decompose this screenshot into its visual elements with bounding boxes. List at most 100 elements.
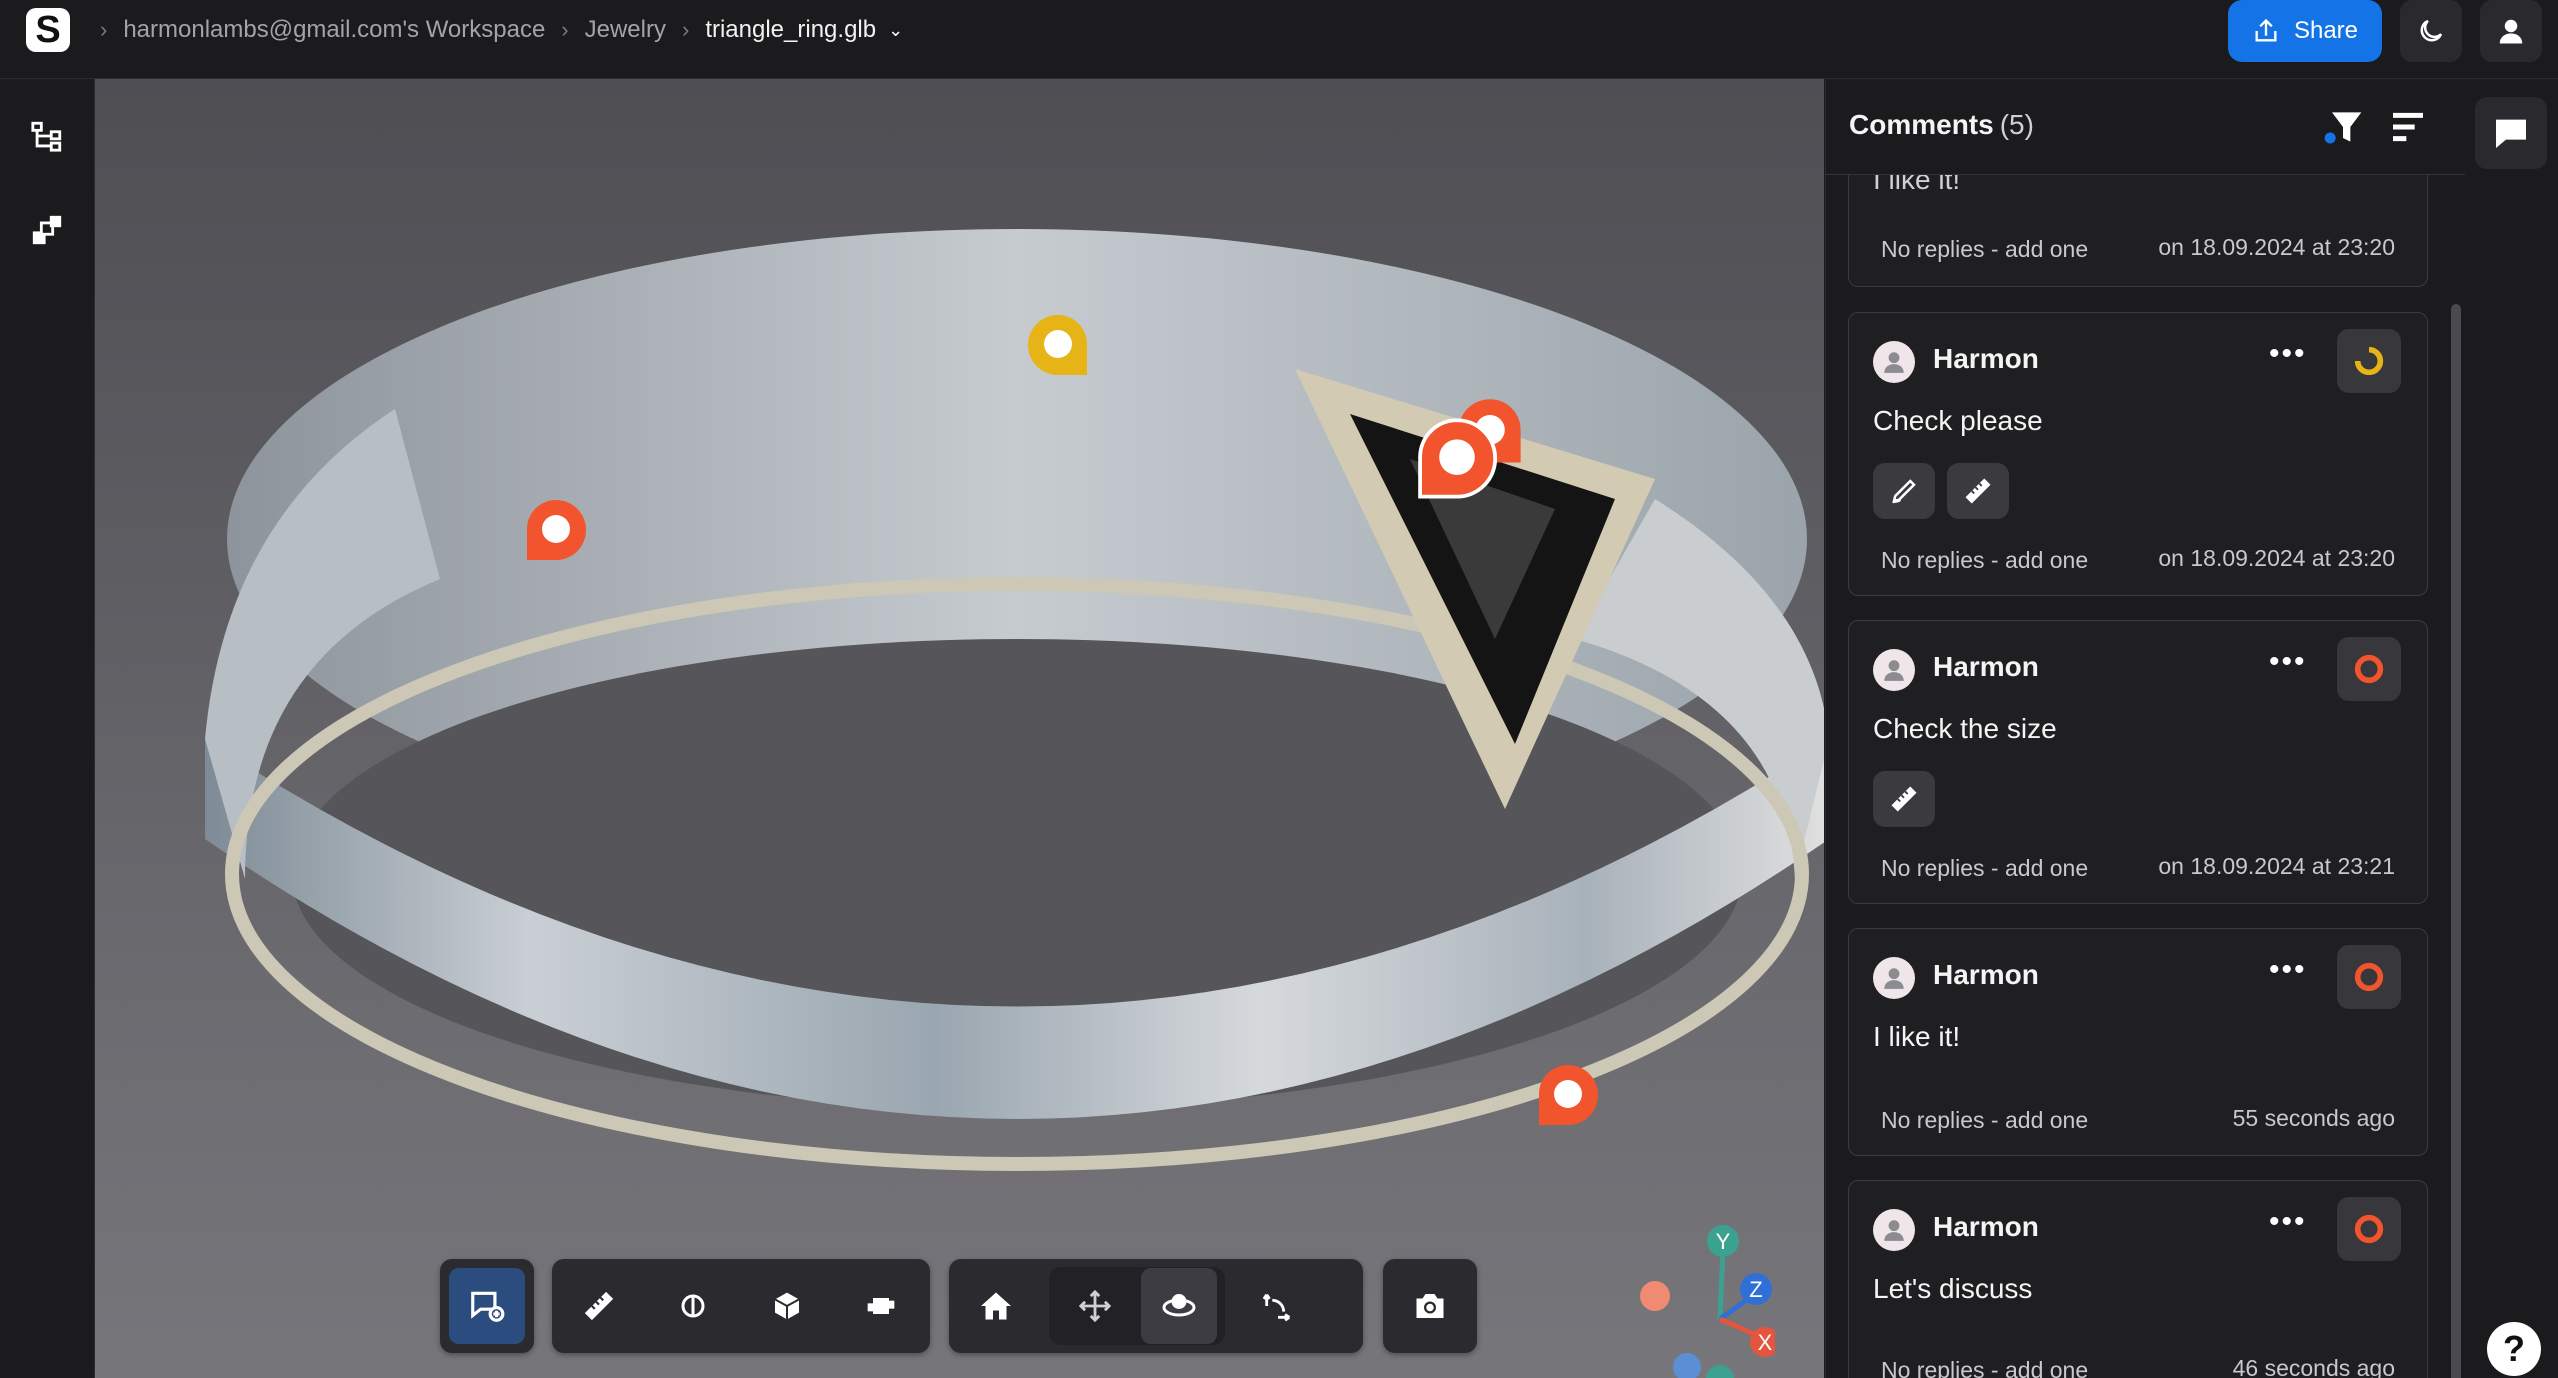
comment-date: 46 seconds ago xyxy=(2232,1355,2395,1378)
share-button[interactable]: Share xyxy=(2228,0,2382,62)
home-view-button[interactable] xyxy=(958,1268,1034,1344)
comments-panel: Comments (5) I like it! No replies - add … xyxy=(1825,79,2465,1378)
comments-scrollbar[interactable] xyxy=(2451,304,2461,1378)
status-button[interactable] xyxy=(2337,329,2401,393)
explode-button[interactable] xyxy=(843,1268,919,1344)
breadcrumb: › harmonlambs@gmail.com's Workspace › Je… xyxy=(84,14,903,46)
status-open-icon xyxy=(2354,1214,2384,1244)
measure-icon xyxy=(1965,478,1991,504)
box-view-button[interactable] xyxy=(749,1268,825,1344)
comments-title-text: Comments xyxy=(1849,109,1994,140)
rotate-icon xyxy=(1262,1293,1291,1322)
comment-pin-yellow[interactable] xyxy=(1025,311,1091,383)
comments-header: Comments (5) xyxy=(1826,79,2465,175)
axis-y-label: Y xyxy=(1716,1229,1731,1254)
orbit-button[interactable] xyxy=(1141,1268,1217,1344)
user-menu-button[interactable] xyxy=(2480,0,2542,62)
sort-button[interactable] xyxy=(2388,107,2428,147)
cube-icon xyxy=(774,1292,800,1320)
filter-icon xyxy=(2324,112,2362,144)
file-name[interactable]: triangle_ring.glb xyxy=(705,16,876,44)
comment-replies[interactable]: No replies - add one xyxy=(1881,855,2088,882)
comment-card[interactable]: Harmon ••• I like it! No replies - add o… xyxy=(1848,928,2428,1156)
user-icon xyxy=(1884,1220,1904,1241)
sort-icon xyxy=(2393,112,2423,142)
breadcrumb-workspace[interactable]: harmonlambs@gmail.com's Workspace xyxy=(123,16,545,44)
add-comment-button[interactable] xyxy=(449,1268,525,1344)
right-rail: ? xyxy=(2465,79,2558,1378)
ring-model[interactable] xyxy=(95,79,1824,1378)
more-options-icon[interactable]: ••• xyxy=(2269,337,2307,371)
comment-text: Check the size xyxy=(1873,713,2057,744)
3d-viewport[interactable]: Y Z X xyxy=(95,79,1824,1378)
user-icon xyxy=(2499,19,2523,44)
top-bar: S › harmonlambs@gmail.com's Workspace › … xyxy=(0,0,2558,79)
section-button[interactable] xyxy=(655,1268,731,1344)
inspect-tool-group xyxy=(552,1259,930,1353)
pan-button[interactable] xyxy=(1057,1268,1133,1344)
capture-tool-group xyxy=(1383,1259,1477,1353)
measure-icon xyxy=(1891,786,1917,812)
comment-replies[interactable]: No replies - add one xyxy=(1881,1357,2088,1378)
measure-button[interactable] xyxy=(561,1268,637,1344)
comment-pin-selected[interactable] xyxy=(1415,415,1499,507)
comment-replies[interactable]: No replies - add one xyxy=(1881,1107,2088,1134)
comment-date: on 18.09.2024 at 23:20 xyxy=(2158,234,2395,260)
share-icon xyxy=(2255,18,2277,42)
add-comment-icon xyxy=(471,1291,505,1322)
navigation-tool-group xyxy=(949,1259,1363,1353)
comment-author: Harmon xyxy=(1933,959,2039,990)
comment-author: Harmon xyxy=(1933,1211,2039,1242)
theme-toggle-button[interactable] xyxy=(2400,0,2462,62)
section-icon xyxy=(681,1294,705,1318)
attachment-measure[interactable] xyxy=(1947,463,2009,519)
screenshot-button[interactable] xyxy=(1392,1268,1468,1344)
more-options-icon[interactable]: ••• xyxy=(2269,1205,2307,1239)
status-button[interactable] xyxy=(2337,637,2401,701)
user-icon xyxy=(1884,968,1904,989)
status-button[interactable] xyxy=(2337,945,2401,1009)
axis-gizmo[interactable]: Y Z X xyxy=(1625,1209,1775,1378)
avatar xyxy=(1873,341,1915,383)
user-icon xyxy=(1884,352,1904,373)
camera-icon xyxy=(1416,1294,1444,1318)
comments-title: Comments (5) xyxy=(1849,109,2034,141)
attachment-measure[interactable] xyxy=(1873,771,1935,827)
chevron-down-icon[interactable]: ⌄ xyxy=(888,20,903,41)
rotate-button[interactable] xyxy=(1240,1268,1316,1344)
share-label: Share xyxy=(2293,17,2359,44)
scene-tree-button[interactable] xyxy=(26,115,68,157)
help-button[interactable]: ? xyxy=(2487,1322,2541,1376)
hierarchy-icon xyxy=(31,121,62,152)
comment-text: Let's discuss xyxy=(1873,1273,2033,1304)
comment-text: I like it! xyxy=(1873,1021,1961,1052)
comment-card[interactable]: Harmon ••• Let's discuss No replies - ad… xyxy=(1848,1180,2428,1378)
comment-tool-group xyxy=(440,1259,534,1353)
comment-date: on 18.09.2024 at 23:20 xyxy=(2158,545,2395,571)
comment-replies[interactable]: No replies - add one xyxy=(1881,236,2088,263)
comment-pin-red[interactable] xyxy=(523,496,589,568)
layers-icon xyxy=(32,215,62,245)
more-options-icon[interactable]: ••• xyxy=(2269,645,2307,679)
breadcrumb-folder[interactable]: Jewelry xyxy=(585,16,666,44)
app-logo[interactable]: S xyxy=(26,8,70,52)
orbit-icon xyxy=(1162,1294,1196,1317)
ruler-icon xyxy=(584,1291,614,1321)
comment-card[interactable]: Harmon ••• Check please No replies - add… xyxy=(1848,312,2428,596)
attachment-markup[interactable] xyxy=(1873,463,1935,519)
comments-toggle-button[interactable] xyxy=(2475,97,2547,169)
chevron-right-icon: › xyxy=(100,17,108,42)
status-in-progress-icon xyxy=(2354,346,2384,376)
status-button[interactable] xyxy=(2337,1197,2401,1261)
axis-z-label: Z xyxy=(1749,1277,1762,1302)
comment-pin-red-front[interactable] xyxy=(1535,1061,1601,1133)
comment-replies[interactable]: No replies - add one xyxy=(1881,547,2088,574)
filter-button[interactable] xyxy=(2321,105,2365,149)
home-icon xyxy=(981,1292,1011,1320)
variants-button[interactable] xyxy=(26,209,68,251)
left-rail xyxy=(0,79,95,1378)
comment-text: Check please xyxy=(1873,405,2043,436)
more-options-icon[interactable]: ••• xyxy=(2269,953,2307,987)
axis-x-label: X xyxy=(1758,1330,1773,1355)
comment-card[interactable]: Harmon ••• Check the size No replies - a… xyxy=(1848,620,2428,904)
